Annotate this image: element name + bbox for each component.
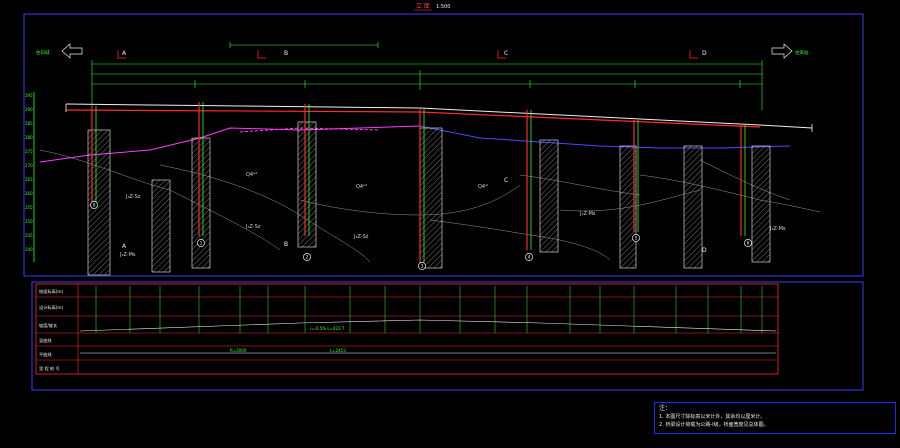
- svg-text:245: 245: [25, 233, 33, 238]
- svg-text:295: 295: [25, 93, 33, 98]
- pier-5: [619, 120, 639, 269]
- axis-2: 2: [306, 255, 309, 261]
- elevation-ruler: 295 290 285 280 275 270 265 260 255 250 …: [25, 92, 35, 262]
- table-row-label: 平曲线: [39, 351, 52, 358]
- direction-left: 往白城: [36, 43, 83, 59]
- section-d-bottom: D: [702, 247, 707, 254]
- stratum-label: Q4ᵉᵈ: [356, 184, 367, 190]
- axis-6: 6: [747, 241, 750, 247]
- svg-text:265: 265: [25, 177, 33, 182]
- elevation-frame: [23, 13, 864, 277]
- pier-2: [297, 104, 317, 248]
- svg-text:270: 270: [25, 163, 33, 168]
- axis-5: 5: [635, 236, 638, 242]
- direction-right: 往某站: [771, 43, 809, 59]
- svg-text:290: 290: [25, 107, 33, 112]
- stratum-label: Q4ᵃˡ: [478, 184, 488, 190]
- slope-value: i=-0.5% L=423.7: [310, 326, 345, 331]
- axis-1: 1: [200, 241, 203, 247]
- section-a-bottom: A: [122, 243, 127, 250]
- profile-table: 地面标高(m) 设计标高(m) 坡度/坡长 竖曲线 平曲线 里 程 桩 号 i=…: [35, 283, 779, 375]
- table-row-label: 设计标高(m): [39, 304, 63, 311]
- svg-text:285: 285: [25, 121, 33, 126]
- stratum-label: Q4ᵉᵈ: [246, 172, 257, 178]
- table-row-label: 坡度/坡长: [39, 322, 58, 329]
- dimension-lines: [91, 42, 763, 110]
- axis-3: 3: [421, 264, 424, 270]
- drawing-scale: 1:500: [436, 4, 450, 10]
- section-b-bottom: B: [284, 241, 288, 248]
- svg-text:往某站: 往某站: [795, 49, 809, 56]
- ground-line: [39, 125, 791, 163]
- svg-text:280: 280: [25, 135, 33, 140]
- svg-text:往白城: 往白城: [36, 49, 50, 56]
- svg-text:275: 275: [25, 149, 33, 154]
- pier-5-rear: [683, 145, 703, 269]
- notes-box: 注： 1. 本图尺寸除标高以米计外，其余均以厘米计。 2. 桥梁设计荷载为公路-…: [654, 402, 896, 434]
- notes-title: 注：: [659, 405, 672, 412]
- table-row-label: 地面标高(m): [39, 288, 63, 295]
- section-c-bottom: C: [504, 177, 508, 184]
- note-line: 1. 本图尺寸除标高以米计外，其余均以厘米计。: [659, 414, 766, 420]
- stratum-label: J₃Z-Sz: [245, 224, 261, 230]
- drawing-title: 立 面: [416, 2, 430, 10]
- abutment-0: [87, 106, 111, 276]
- svg-text:240: 240: [25, 247, 33, 252]
- pier-4: [526, 110, 559, 253]
- abutment-0-rear: [151, 179, 171, 273]
- stratum-label: J₃Z-Ms: [769, 226, 786, 232]
- section-d-top: D: [702, 50, 707, 57]
- section-c-top: C: [504, 50, 508, 57]
- section-b-top: B: [284, 50, 288, 57]
- stratum-label: J₃Z-Ms: [119, 252, 136, 258]
- curve-length: L=2453: [330, 348, 346, 353]
- table-row-label: 竖曲线: [39, 337, 52, 344]
- drawing-canvas: 立 面 1:500 往白城 往某站 A A B B C C D D 295 29…: [0, 0, 900, 444]
- svg-text:255: 255: [25, 205, 33, 210]
- axis-4: 4: [528, 255, 531, 261]
- section-a-top: A: [122, 50, 127, 57]
- svg-text:260: 260: [25, 191, 33, 196]
- curve-radius: R=3000: [230, 348, 247, 353]
- stratum-label: J₃Z-Ms: [579, 211, 596, 217]
- note-line: 2. 桥梁设计荷载为公路-I级，桥面宽度见总体图。: [659, 422, 769, 428]
- svg-text:250: 250: [25, 219, 33, 224]
- axis-0: 0: [93, 203, 96, 209]
- stratum-label: J₃Z-Sz: [125, 194, 141, 200]
- table-row-label: 里 程 桩 号: [39, 365, 60, 372]
- pier-3: [419, 108, 443, 269]
- stratum-label: J₃Z-Sz: [353, 234, 369, 240]
